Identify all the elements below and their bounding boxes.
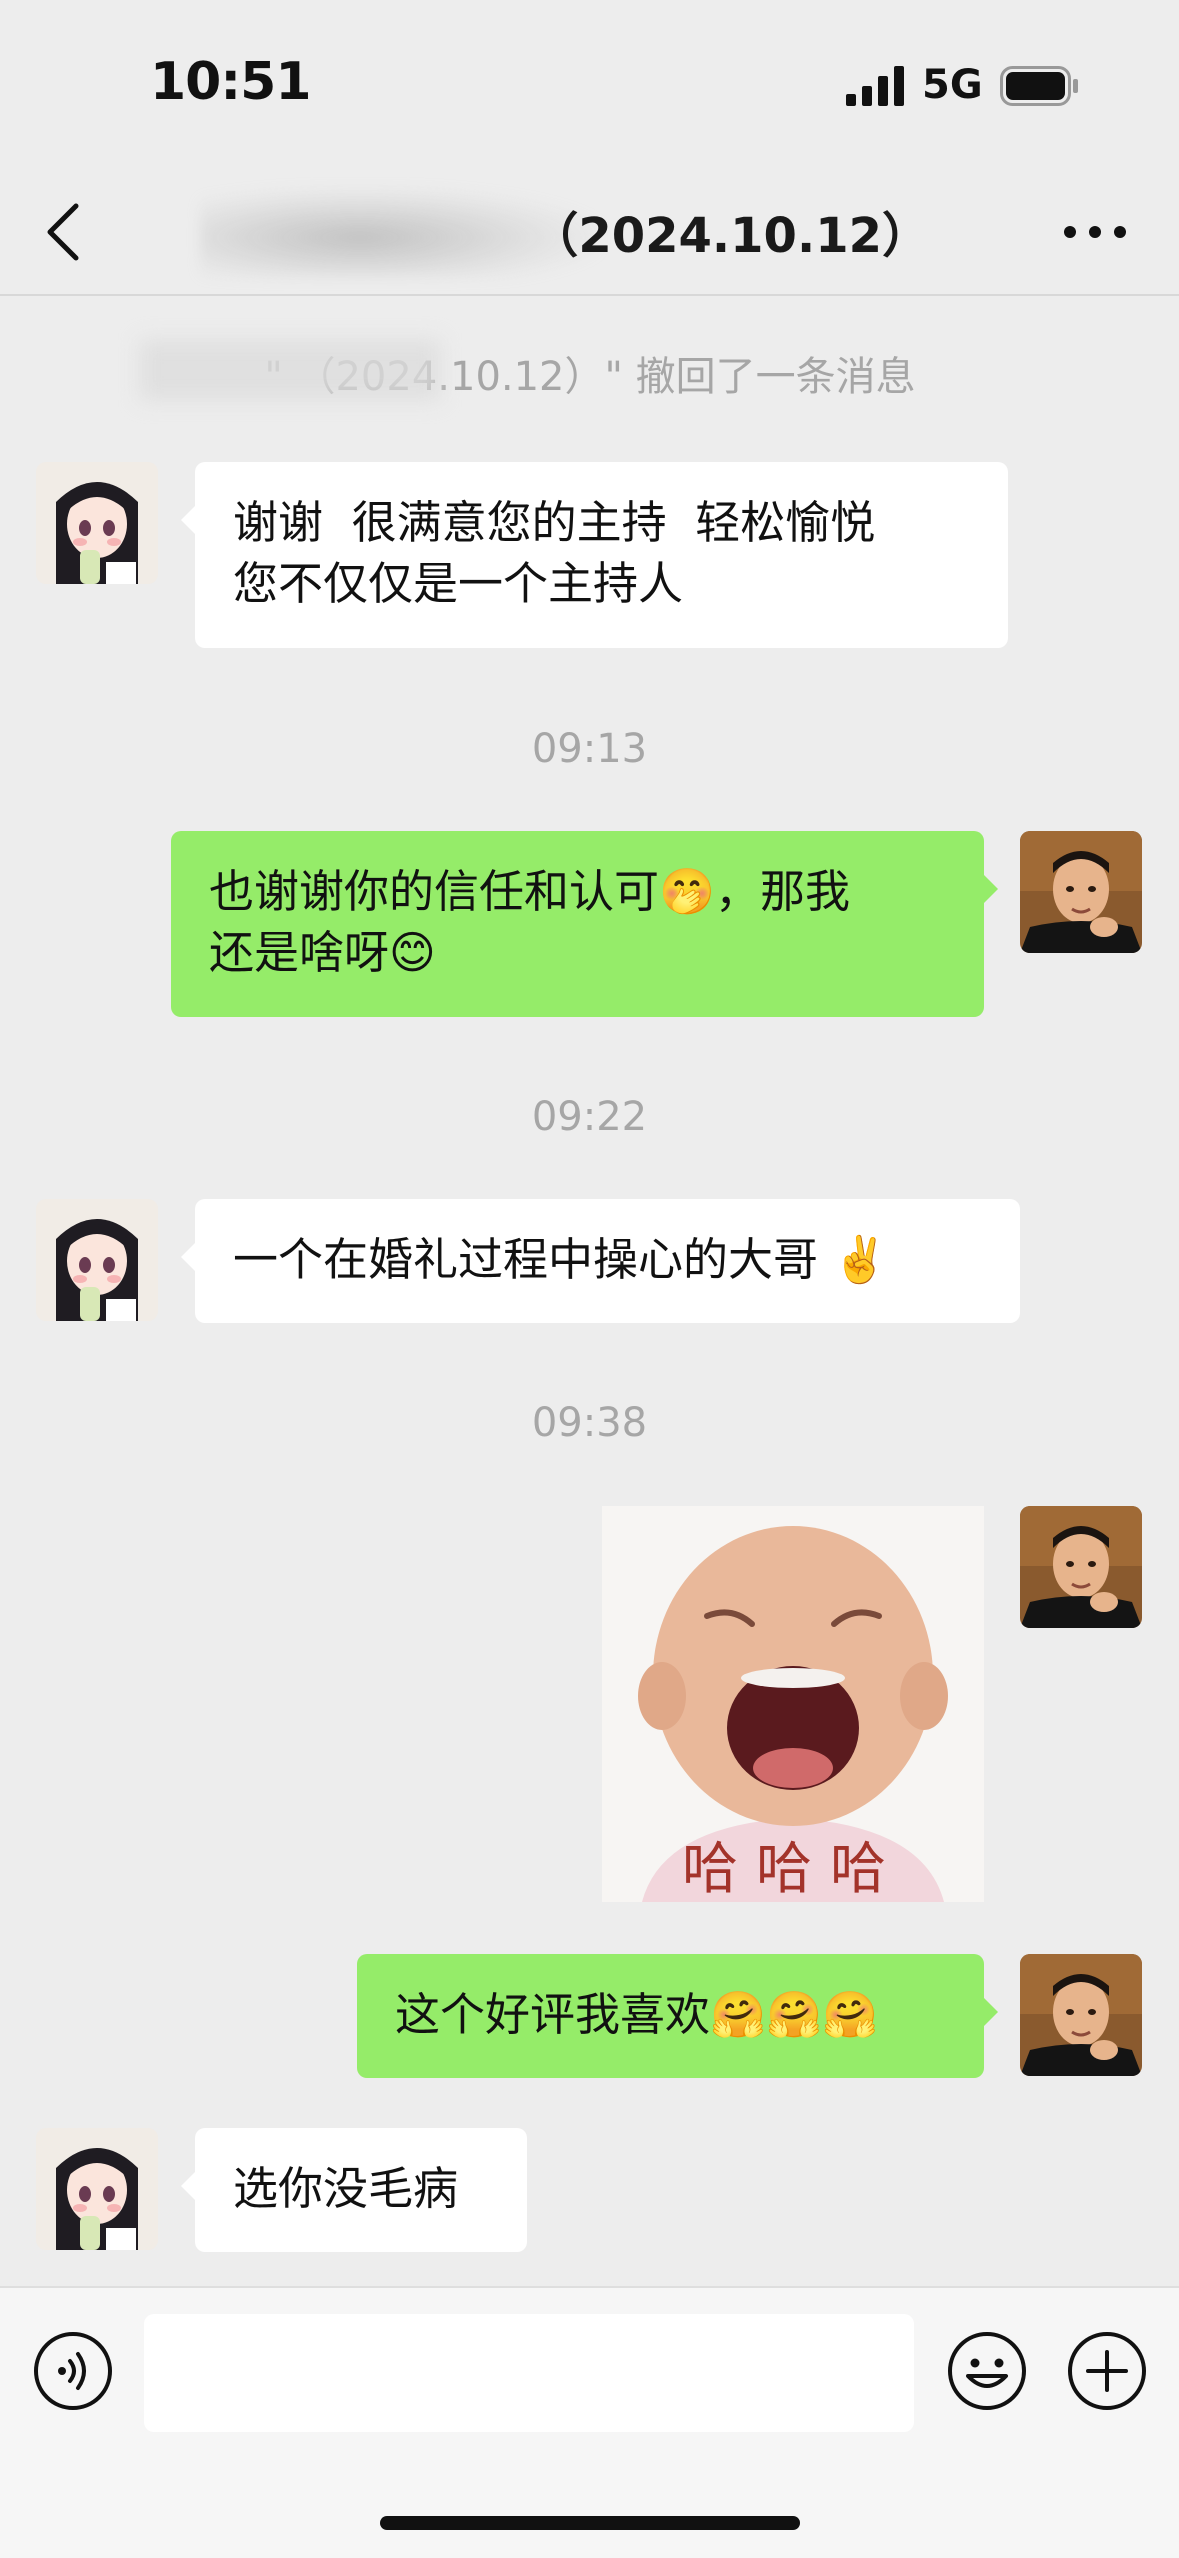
incoming-message-bubble[interactable]: 一个在婚礼过程中操心的大哥 ✌️	[181, 1199, 1020, 1323]
plus-icon[interactable]	[1066, 2330, 1148, 2412]
contact-avatar[interactable]	[36, 1199, 158, 1321]
network-type: 5G	[922, 62, 983, 108]
my-avatar[interactable]	[1020, 1506, 1142, 1628]
chat-header: （2024.10.12）	[0, 170, 1179, 296]
message-timestamp: 09:38	[531, 1400, 648, 1446]
outgoing-message-bubble[interactable]: 也谢谢你的信任和认可🤭，那我 还是啥呀😊	[171, 831, 998, 1017]
more-options-icon[interactable]	[1060, 210, 1130, 254]
input-bar	[0, 2286, 1179, 2558]
emoji-icon[interactable]	[946, 2330, 1028, 2412]
message-input[interactable]	[144, 2314, 914, 2432]
redacted-name-blur	[140, 340, 440, 400]
message-timestamp: 09:22	[531, 1094, 648, 1140]
battery-icon	[1000, 66, 1078, 106]
outgoing-message-bubble[interactable]: 这个好评我喜欢🤗🤗🤗	[357, 1954, 998, 2078]
message-list[interactable]: " （2024.10.12）" 撤回了一条消息 谢谢 很满意您的主持 轻松愉悦 …	[0, 300, 1179, 2285]
chat-title: （2024.10.12）	[530, 208, 930, 264]
laughing-baby-sticker[interactable]: 哈哈哈	[602, 1506, 984, 1902]
signal-icon	[846, 66, 904, 106]
my-avatar[interactable]	[1020, 1954, 1142, 2076]
sticker-caption: 哈哈哈	[682, 1837, 904, 1902]
back-arrow-icon[interactable]	[42, 200, 86, 264]
contact-avatar[interactable]	[36, 2128, 158, 2250]
incoming-message-bubble[interactable]: 谢谢 很满意您的主持 轻松愉悦 您不仅仅是一个主持人	[181, 462, 1008, 648]
contact-avatar[interactable]	[36, 462, 158, 584]
incoming-message-bubble[interactable]: 选你没毛病	[181, 2128, 527, 2252]
status-bar: 10:51 5G	[0, 0, 1179, 170]
voice-input-icon[interactable]	[32, 2330, 114, 2412]
status-time: 10:51	[150, 52, 312, 112]
message-timestamp: 09:13	[531, 726, 648, 772]
home-indicator	[380, 2516, 800, 2530]
my-avatar[interactable]	[1020, 831, 1142, 953]
